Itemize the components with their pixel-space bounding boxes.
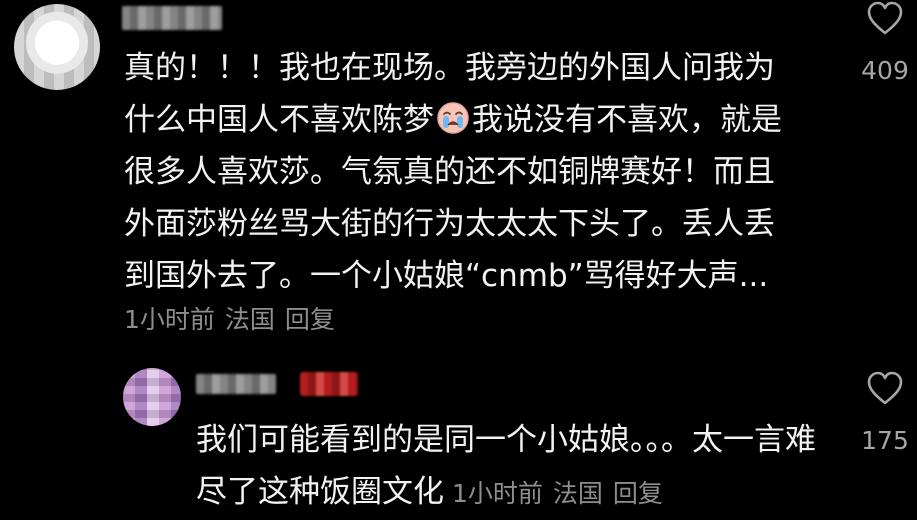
comment-1: 真的！！！我也在现场。我旁边的外国人问我为什么中国人不喜欢陈梦 我说没有不喜欢，… xyxy=(0,0,917,350)
comment-time: 1小时前 xyxy=(124,305,215,334)
comment-time: 1小时前 xyxy=(452,479,543,508)
comment-meta: 1小时前 法国 回复 xyxy=(452,479,663,508)
user-avatar[interactable] xyxy=(123,368,181,426)
comment-text: 我们可能看到的是同一个小姑娘。。。太一言难尽了这种饭圈文化 1小时前 法国 回复 xyxy=(196,414,836,520)
like-control[interactable]: 175 xyxy=(854,370,916,455)
badge-blurred xyxy=(300,372,358,396)
username-blurred[interactable] xyxy=(122,6,222,30)
user-avatar[interactable] xyxy=(14,4,100,90)
heart-outline-icon[interactable] xyxy=(866,0,904,38)
comment-location: 法国 xyxy=(552,479,603,508)
heart-outline-icon[interactable] xyxy=(866,370,904,408)
like-count: 175 xyxy=(861,426,909,455)
like-control[interactable]: 409 xyxy=(854,0,916,85)
comment-reply: 我们可能看到的是同一个小姑娘。。。太一言难尽了这种饭圈文化 1小时前 法国 回复 17… xyxy=(0,350,917,519)
comment-location: 法国 xyxy=(224,305,275,334)
crying-emoji-icon xyxy=(436,99,470,134)
comment-text: 真的！！！我也在现场。我旁边的外国人问我为什么中国人不喜欢陈梦 我说没有不喜欢，… xyxy=(124,42,804,302)
reply-button[interactable]: 回复 xyxy=(285,305,335,334)
comment-meta: 1小时前 法国 回复 xyxy=(124,300,335,336)
reply-button[interactable]: 回复 xyxy=(613,479,663,508)
like-count: 409 xyxy=(861,56,909,85)
username-blurred[interactable] xyxy=(196,374,276,394)
